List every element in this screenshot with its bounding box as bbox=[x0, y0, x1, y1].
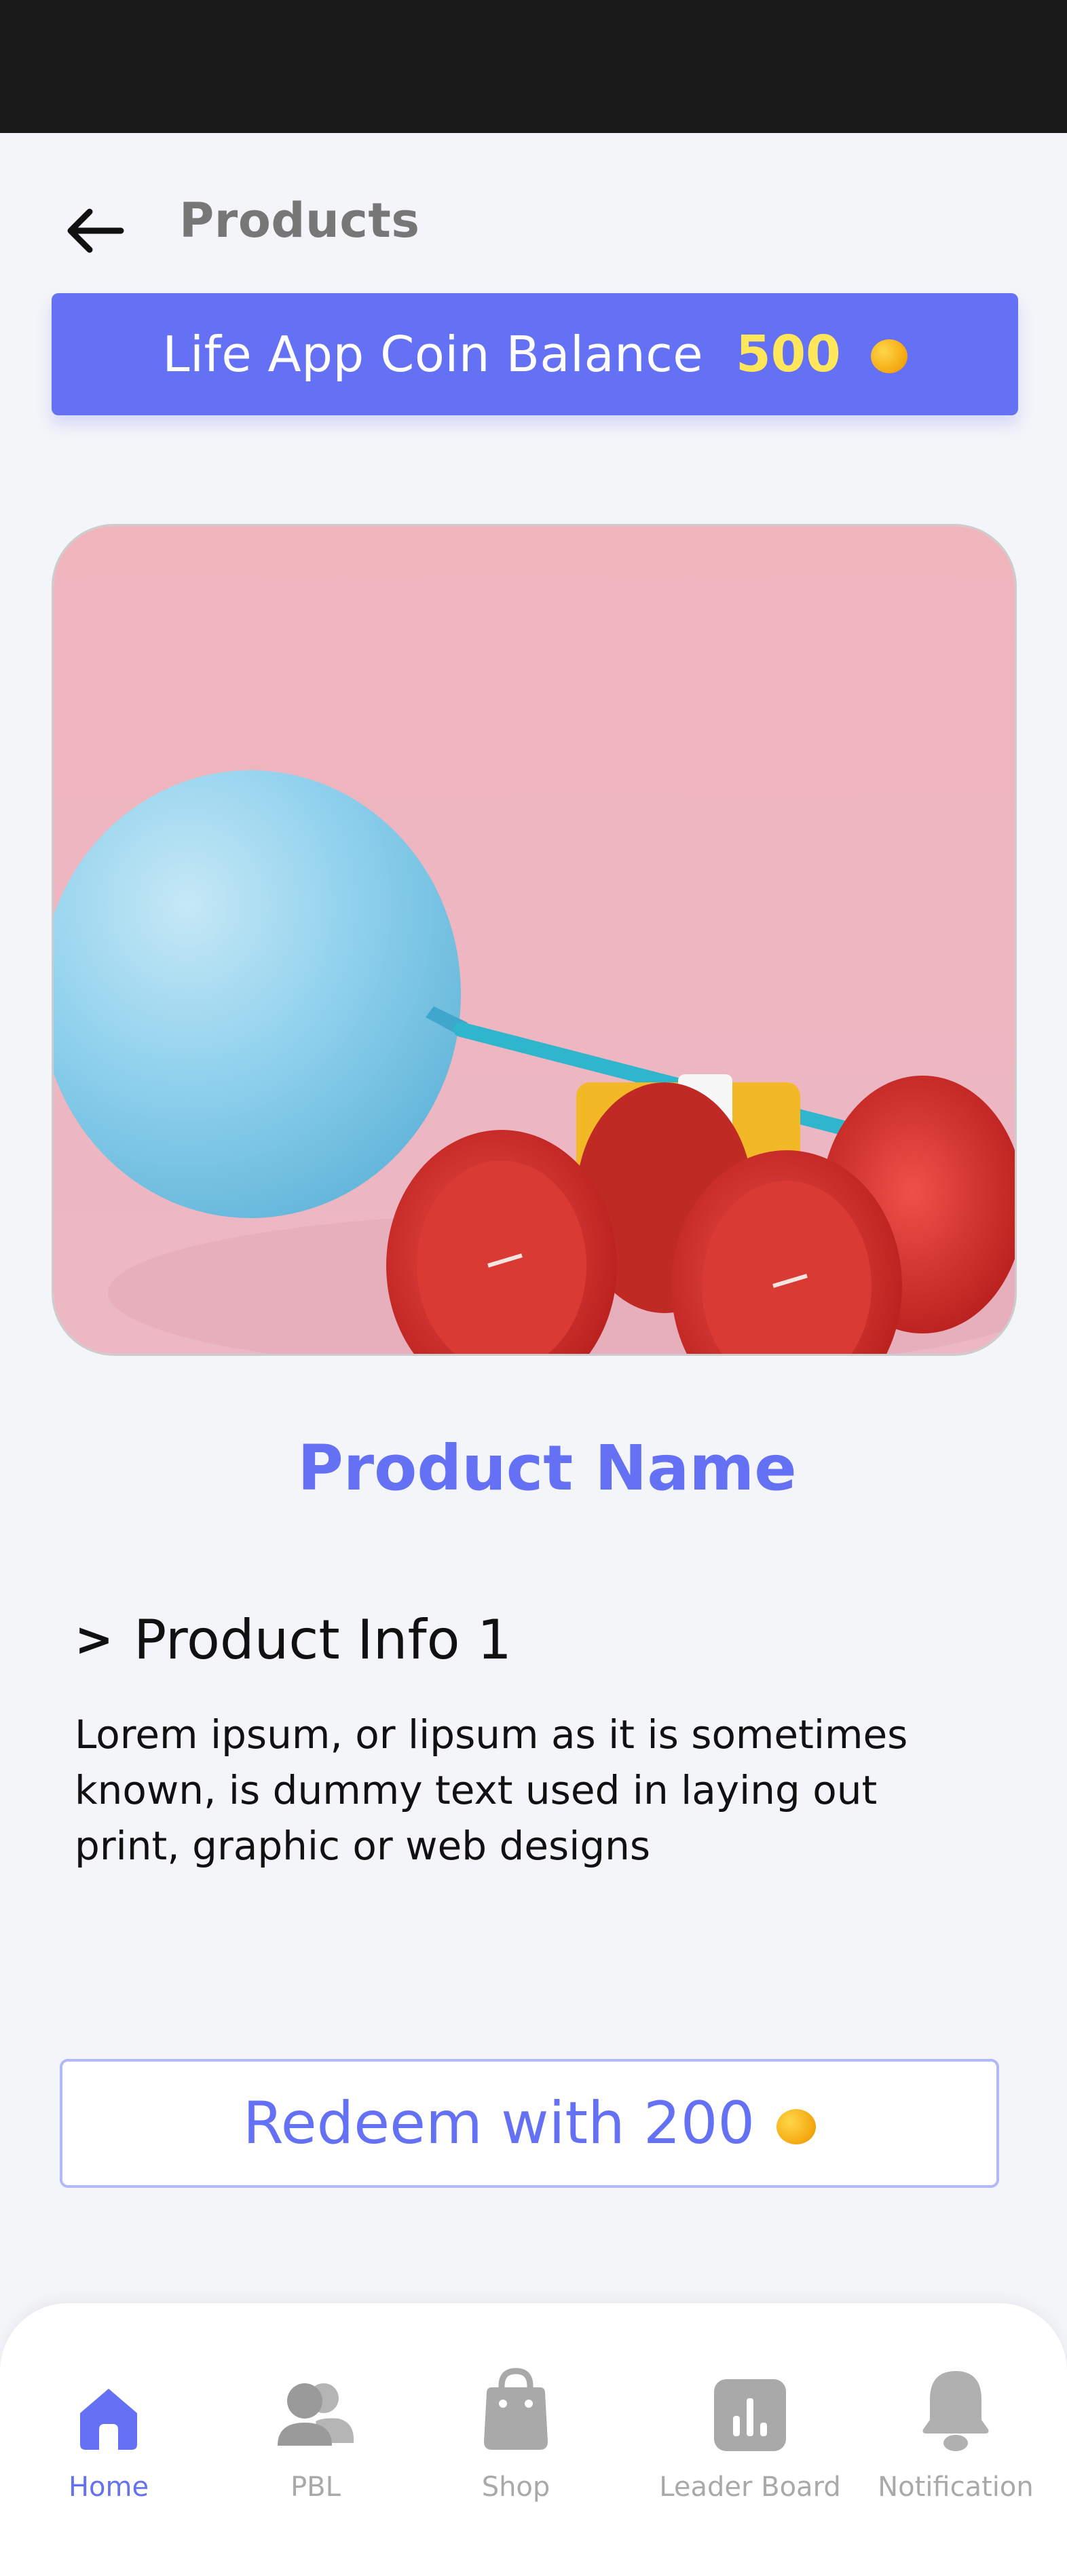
product-name: Product Name bbox=[297, 1432, 797, 1504]
nav-item-notification[interactable]: Notification bbox=[854, 2364, 1057, 2503]
coin-icon bbox=[776, 2109, 817, 2144]
coin-balance-value: 500 bbox=[736, 325, 841, 383]
coin-balance-banner: Life App Coin Balance 500 bbox=[52, 293, 1018, 415]
leaderboard-icon bbox=[714, 2379, 786, 2451]
product-info-section: > Product Info 1 Lorem ipsum, or lipsum … bbox=[75, 1608, 998, 1874]
coin-balance-label: Life App Coin Balance bbox=[162, 326, 704, 383]
nav-label-home: Home bbox=[68, 2471, 149, 2503]
nav-label-pbl: PBL bbox=[291, 2471, 341, 2503]
status-bar bbox=[0, 0, 1067, 133]
product-info-title: Product Info 1 bbox=[133, 1608, 512, 1671]
nav-item-leader-board[interactable]: Leader Board bbox=[648, 2364, 852, 2503]
header: Products bbox=[0, 133, 1067, 303]
back-button[interactable] bbox=[54, 190, 136, 271]
nav-label-notification: Notification bbox=[878, 2471, 1034, 2503]
shopping-bag-icon bbox=[484, 2368, 548, 2450]
product-image: 5 bbox=[52, 524, 1017, 1356]
chevron-right-icon: > bbox=[75, 1613, 113, 1667]
nav-item-home[interactable]: Home bbox=[7, 2364, 210, 2503]
redeem-label: Redeem with 200 bbox=[242, 2089, 755, 2157]
nav-label-shop: Shop bbox=[481, 2471, 550, 2503]
product-info-text: Lorem ipsum, or lipsum as it is sometime… bbox=[75, 1711, 908, 1869]
redeem-button[interactable]: Redeem with 200 bbox=[60, 2059, 999, 2188]
nav-item-pbl[interactable]: PBL bbox=[214, 2364, 417, 2503]
nav-item-shop[interactable]: Shop bbox=[414, 2364, 618, 2503]
users-icon bbox=[278, 2383, 354, 2446]
bell-icon bbox=[922, 2371, 989, 2451]
product-info-header[interactable]: > Product Info 1 bbox=[75, 1608, 998, 1671]
page-title: Products bbox=[179, 193, 420, 248]
arrow-left-icon bbox=[67, 208, 124, 253]
coin-icon bbox=[870, 339, 907, 373]
home-icon bbox=[80, 2389, 137, 2450]
bottom-navigation: Home PBL Shop Leader Board Notification bbox=[0, 2303, 1067, 2576]
nav-label-leader-board: Leader Board bbox=[659, 2471, 841, 2503]
